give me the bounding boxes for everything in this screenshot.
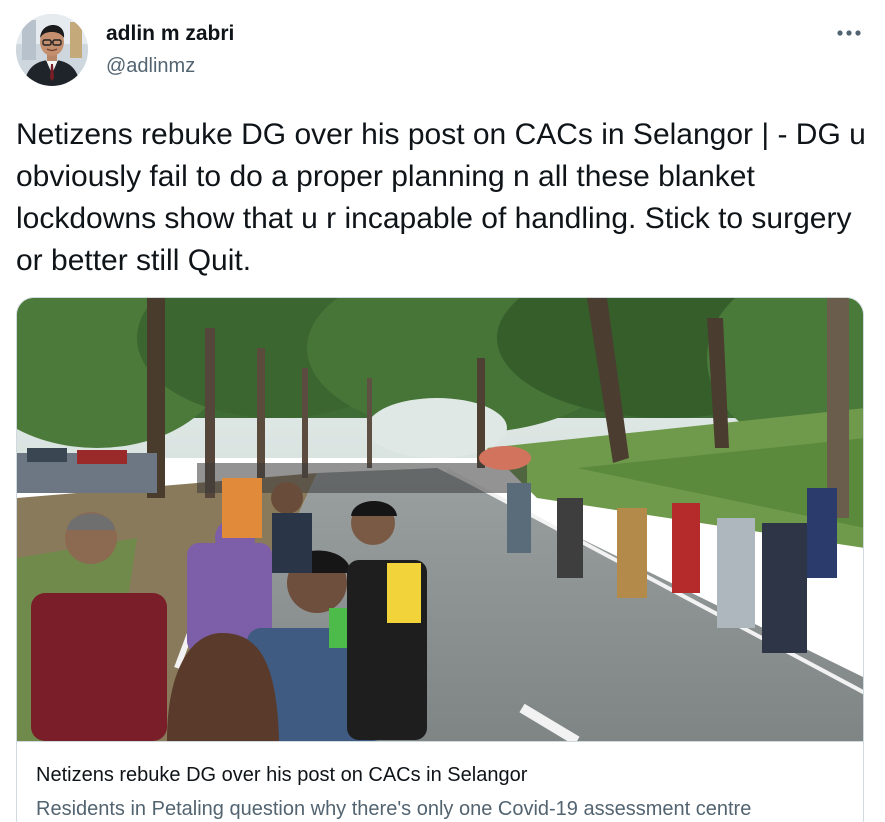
- more-options-button[interactable]: [833, 22, 865, 44]
- author-handle[interactable]: @adlinmz: [106, 55, 195, 78]
- card-description[interactable]: Residents in Petaling question why there…: [36, 798, 751, 821]
- link-preview-card[interactable]: Netizens rebuke DG over his post on CACs…: [16, 297, 864, 822]
- queue-photo-image: [17, 298, 863, 741]
- author-avatar[interactable]: [16, 14, 88, 86]
- tweet: adlin m zabri @adlinmz Netizens rebuke D…: [0, 0, 885, 822]
- profile-photo-icon: [16, 14, 88, 86]
- author-display-name[interactable]: adlin m zabri: [106, 22, 234, 46]
- card-image: [17, 298, 863, 741]
- card-title[interactable]: Netizens rebuke DG over his post on CACs…: [36, 764, 527, 787]
- more-options-icon: [837, 30, 861, 36]
- tweet-text: Netizens rebuke DG over his post on CACs…: [16, 118, 866, 277]
- card-divider: [17, 741, 863, 742]
